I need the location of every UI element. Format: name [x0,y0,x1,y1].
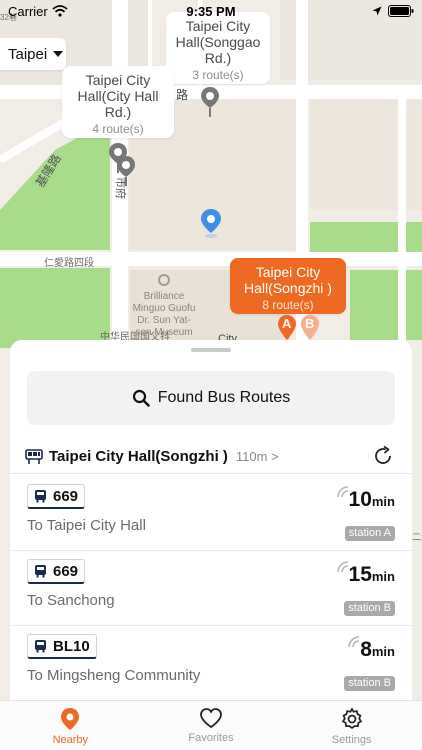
route-row[interactable]: 669 To Sanchong 15min station B [10,551,412,626]
map-stop-card[interactable]: Taipei City Hall(City Hall Rd.) 4 route(… [62,66,174,138]
bus-stop-pin-icon[interactable] [116,155,136,187]
battery-icon [388,5,414,17]
route-number: BL10 [53,637,90,655]
route-eta: 15min [336,561,395,587]
city-selector-label: Taipei [8,45,48,63]
route-number-badge: 669 [27,484,86,509]
user-location-icon [201,209,221,238]
street-label: 二大 [412,532,422,542]
map-stop-route-count: 4 route(s) [92,122,144,136]
bus-icon [35,640,46,653]
station-tag: station A [344,526,395,541]
route-destination: To Taipei City Hall [27,517,146,534]
found-bus-routes-button[interactable]: Found Bus Routes [27,371,395,425]
station-tag: station B [344,601,395,616]
route-number: 669 [53,487,79,505]
street-label: 路 [176,88,189,102]
museum-poi-label: Brilliance Minguo Guofu Dr. Sun Yat- sen… [132,291,196,338]
map-stop-route-count: 3 route(s) [192,68,244,82]
stop-a-pin-letter: A [282,316,292,331]
eta-unit: min [371,569,395,584]
tab-settings[interactable]: Settings [281,701,422,750]
map-stop-card-selected[interactable]: Taipei City Hall(Songzhi ) 8 route(s) [230,258,346,314]
tab-label: Settings [331,734,372,746]
city-selector-button[interactable]: Taipei [0,38,66,70]
route-number-badge: 669 [27,559,86,584]
eta-unit: min [371,494,395,509]
selected-stop-header[interactable]: Taipei City Hall(Songzhi ) 110m > [10,440,412,474]
eta-unit: min [371,644,395,659]
realtime-signal-icon [336,486,348,498]
tab-label: Favorites [188,732,234,744]
route-destination: To Sanchong [27,592,115,609]
stop-b-pin-letter: B [305,316,315,331]
tab-bar: Nearby Favorites Settings [0,700,422,750]
tab-favorites[interactable]: Favorites [141,701,282,750]
route-row[interactable]: BL10 To Mingsheng Community 8min station… [10,626,412,700]
tab-label: Nearby [52,734,89,746]
heart-icon [200,708,222,729]
realtime-signal-icon [336,561,348,573]
caret-down-icon [53,51,64,57]
bus-stop-pin-icon[interactable] [200,86,220,118]
refresh-icon[interactable] [372,445,394,467]
found-bus-routes-label: Found Bus Routes [157,389,291,406]
search-icon [132,389,150,407]
location-arrow-icon [372,6,382,16]
bus-stop-sign-icon [25,448,43,464]
map-stop-name: Taipei City Hall(City Hall Rd.) [77,72,159,120]
status-bar: Carrier 9:35 PM [0,0,422,22]
map-stop-card[interactable]: Taipei City Hall(Songgao Rd.) 3 route(s) [166,12,270,84]
location-pin-icon [61,708,80,730]
routes-bottom-sheet[interactable]: Found Bus Routes Taipei City Hall(Songzh… [10,340,412,700]
route-number: 669 [53,562,79,580]
clock: 9:35 PM [186,4,236,19]
selected-stop-title: Taipei City Hall(Songzhi ) [49,448,228,465]
realtime-signal-icon [348,636,360,648]
map-stop-route-count: 8 route(s) [262,298,314,312]
street-label: 仁愛路四段 [44,258,94,269]
map-stop-name: Taipei City Hall(Songgao Rd.) [175,18,261,66]
bus-icon [35,565,46,578]
route-eta: 10min [336,486,395,512]
gear-icon [341,707,362,730]
eta-value: 15 [348,563,372,586]
route-destination: To Mingsheng Community [27,667,201,684]
tab-nearby[interactable]: Nearby [0,701,141,750]
eta-value: 10 [348,488,372,511]
map-stop-name: Taipei City Hall(Songzhi ) [244,264,332,296]
selected-stop-distance-link[interactable]: 110m > [236,449,279,464]
bus-icon [35,490,46,503]
eta-value: 8 [360,638,372,661]
route-eta: 8min [348,636,395,662]
route-row[interactable]: 669 To Taipei City Hall 10min station A [10,476,412,551]
station-tag: station B [344,676,395,691]
sheet-grabber-handle[interactable] [191,348,231,352]
route-number-badge: BL10 [27,634,97,659]
